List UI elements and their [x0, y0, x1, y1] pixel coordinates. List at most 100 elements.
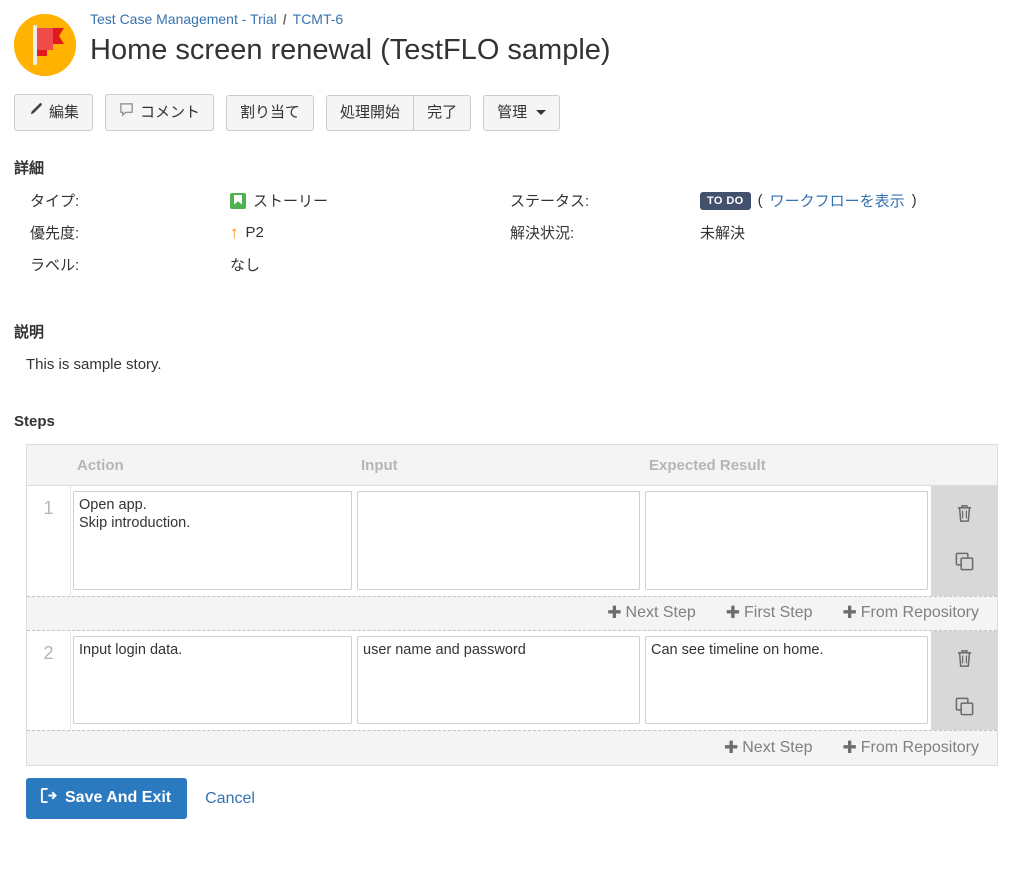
resolution-value: 未解決: [700, 225, 746, 242]
step-tools: [931, 631, 997, 730]
details-section-title: 詳細: [14, 160, 45, 177]
status-badge: TO DO: [700, 191, 751, 210]
add-from-repository-label: From Repository: [860, 738, 979, 756]
trash-icon: [957, 649, 971, 667]
trash-icon: [957, 504, 971, 522]
status-label: ステータス:: [510, 193, 590, 210]
view-workflow-link[interactable]: ワークフローを表示: [770, 190, 905, 211]
project-avatar: [14, 14, 76, 76]
table-row: 2 Input login data. user name and passwo…: [27, 631, 997, 730]
plus-icon: ✚: [842, 737, 857, 757]
column-header-action: Action: [77, 456, 124, 474]
assign-button-group: 割り当て: [226, 94, 315, 131]
priority-label: 優先度:: [30, 225, 80, 242]
breadcrumb: Test Case Management - Trial / TCMT-6: [90, 10, 611, 28]
delete-step-button[interactable]: [951, 500, 977, 526]
steps-table-header: Action Input Expected Result: [27, 445, 997, 486]
chevron-down-icon: [536, 109, 547, 115]
add-next-step-label: Next Step: [625, 604, 696, 621]
edit-button[interactable]: 編集: [14, 94, 94, 131]
step-number: 2: [27, 631, 71, 730]
manage-button-group: 管理: [483, 94, 561, 131]
description-section-title: 説明: [14, 324, 45, 341]
manage-button-label: 管理: [497, 103, 528, 121]
copy-icon: [955, 552, 973, 570]
cancel-link[interactable]: Cancel: [205, 790, 255, 808]
comment-button-label: コメント: [140, 103, 201, 121]
column-header-input: Input: [361, 456, 398, 474]
steps-table: Action Input Expected Result 1 Open app.…: [26, 444, 998, 766]
sign-out-icon: [40, 787, 57, 809]
plus-icon: ✚: [725, 603, 741, 622]
type-value-cell: ストーリー: [230, 190, 510, 211]
speech-bubble-icon: [119, 102, 134, 122]
comment-button-group: コメント: [105, 94, 215, 131]
arrow-up-icon: ↑: [230, 223, 239, 242]
done-button-label: 完了: [427, 103, 458, 121]
add-from-repository-link[interactable]: ✚ From Repository: [843, 739, 980, 757]
steps-section-title: Steps: [14, 413, 55, 430]
edit-button-group: 編集: [14, 94, 94, 131]
delete-step-button[interactable]: [951, 645, 977, 671]
plus-icon: ✚: [842, 603, 857, 622]
pencil-icon: [28, 102, 43, 122]
labels-value: なし: [230, 257, 261, 274]
add-next-step-link[interactable]: ✚ Next Step: [607, 604, 696, 622]
step-action-cell: Open app. Skip introduction.: [71, 486, 355, 596]
done-button[interactable]: 完了: [413, 94, 472, 131]
labels-label: ラベル:: [30, 257, 80, 274]
breadcrumb-project-link[interactable]: Test Case Management - Trial: [90, 11, 277, 27]
details-grid: タイプ: ストーリー ステータス: TO DO (ワークフローを表示) 優先度:…: [30, 190, 1024, 275]
issue-toolbar: 編集 コメント 割り当て 処理開始 完了 管理: [14, 94, 1024, 131]
save-and-exit-label: Save And Exit: [65, 789, 172, 806]
flag-icon: [14, 14, 76, 76]
plus-icon: ✚: [607, 603, 622, 622]
details-empty-cell-1: [510, 254, 700, 275]
save-and-exit-button[interactable]: Save And Exit: [26, 778, 188, 819]
assign-button[interactable]: 割り当て: [226, 94, 315, 131]
add-next-step-label: Next Step: [742, 738, 813, 756]
story-icon: [230, 192, 246, 209]
add-first-step-label: First Step: [744, 604, 813, 621]
step-input-cell: user name and password: [355, 631, 643, 730]
type-label: タイプ:: [30, 193, 80, 210]
step-number: 1: [27, 486, 71, 596]
add-first-step-link[interactable]: ✚ First Step: [726, 604, 813, 622]
add-step-bar: ✚ Next Step ✚ From Repository: [27, 730, 997, 765]
step-input-input[interactable]: [357, 491, 640, 590]
add-next-step-link[interactable]: ✚ Next Step: [724, 739, 813, 757]
footer-actions: Save And Exit Cancel: [26, 778, 1024, 819]
add-from-repository-link[interactable]: ✚ From Repository: [843, 604, 980, 622]
type-value: ストーリー: [253, 193, 329, 210]
step-action-input[interactable]: Open app. Skip introduction.: [73, 491, 352, 590]
step-input-input[interactable]: user name and password: [357, 636, 640, 724]
workflow-paren-close: ): [911, 192, 917, 209]
page-header: Test Case Management - Trial / TCMT-6 Home…: [0, 0, 1024, 76]
column-header-expected: Expected Result: [649, 456, 766, 474]
details-empty-cell-2: [700, 254, 1024, 275]
breadcrumb-separator: /: [282, 11, 287, 27]
step-action-cell: Input login data.: [71, 631, 355, 730]
start-progress-button[interactable]: 処理開始: [326, 94, 415, 131]
step-expected-input[interactable]: [645, 491, 928, 590]
manage-dropdown-button[interactable]: 管理: [483, 94, 561, 131]
status-value-cell: TO DO (ワークフローを表示): [700, 190, 1024, 211]
header-text-block: Test Case Management - Trial / TCMT-6 Home…: [90, 8, 611, 68]
add-step-bar: ✚ Next Step ✚ First Step ✚ From Reposito…: [27, 596, 997, 631]
breadcrumb-issue-link[interactable]: TCMT-6: [293, 11, 344, 27]
start-progress-label: 処理開始: [340, 103, 401, 121]
priority-value: P2: [245, 224, 264, 241]
priority-value-cell: ↑ P2: [230, 222, 510, 243]
add-from-repository-label: From Repository: [860, 604, 979, 621]
step-expected-cell: [643, 486, 931, 596]
step-action-input[interactable]: Input login data.: [73, 636, 352, 724]
table-row: 1 Open app. Skip introduction.: [27, 486, 997, 596]
step-expected-input[interactable]: Can see timeline on home.: [645, 636, 928, 724]
step-tools: [931, 486, 997, 596]
description-body: This is sample story.: [26, 356, 162, 373]
comment-button[interactable]: コメント: [105, 94, 215, 131]
copy-step-button[interactable]: [951, 693, 977, 719]
step-input-cell: [355, 486, 643, 596]
edit-button-label: 編集: [49, 103, 80, 121]
copy-step-button[interactable]: [951, 548, 977, 574]
